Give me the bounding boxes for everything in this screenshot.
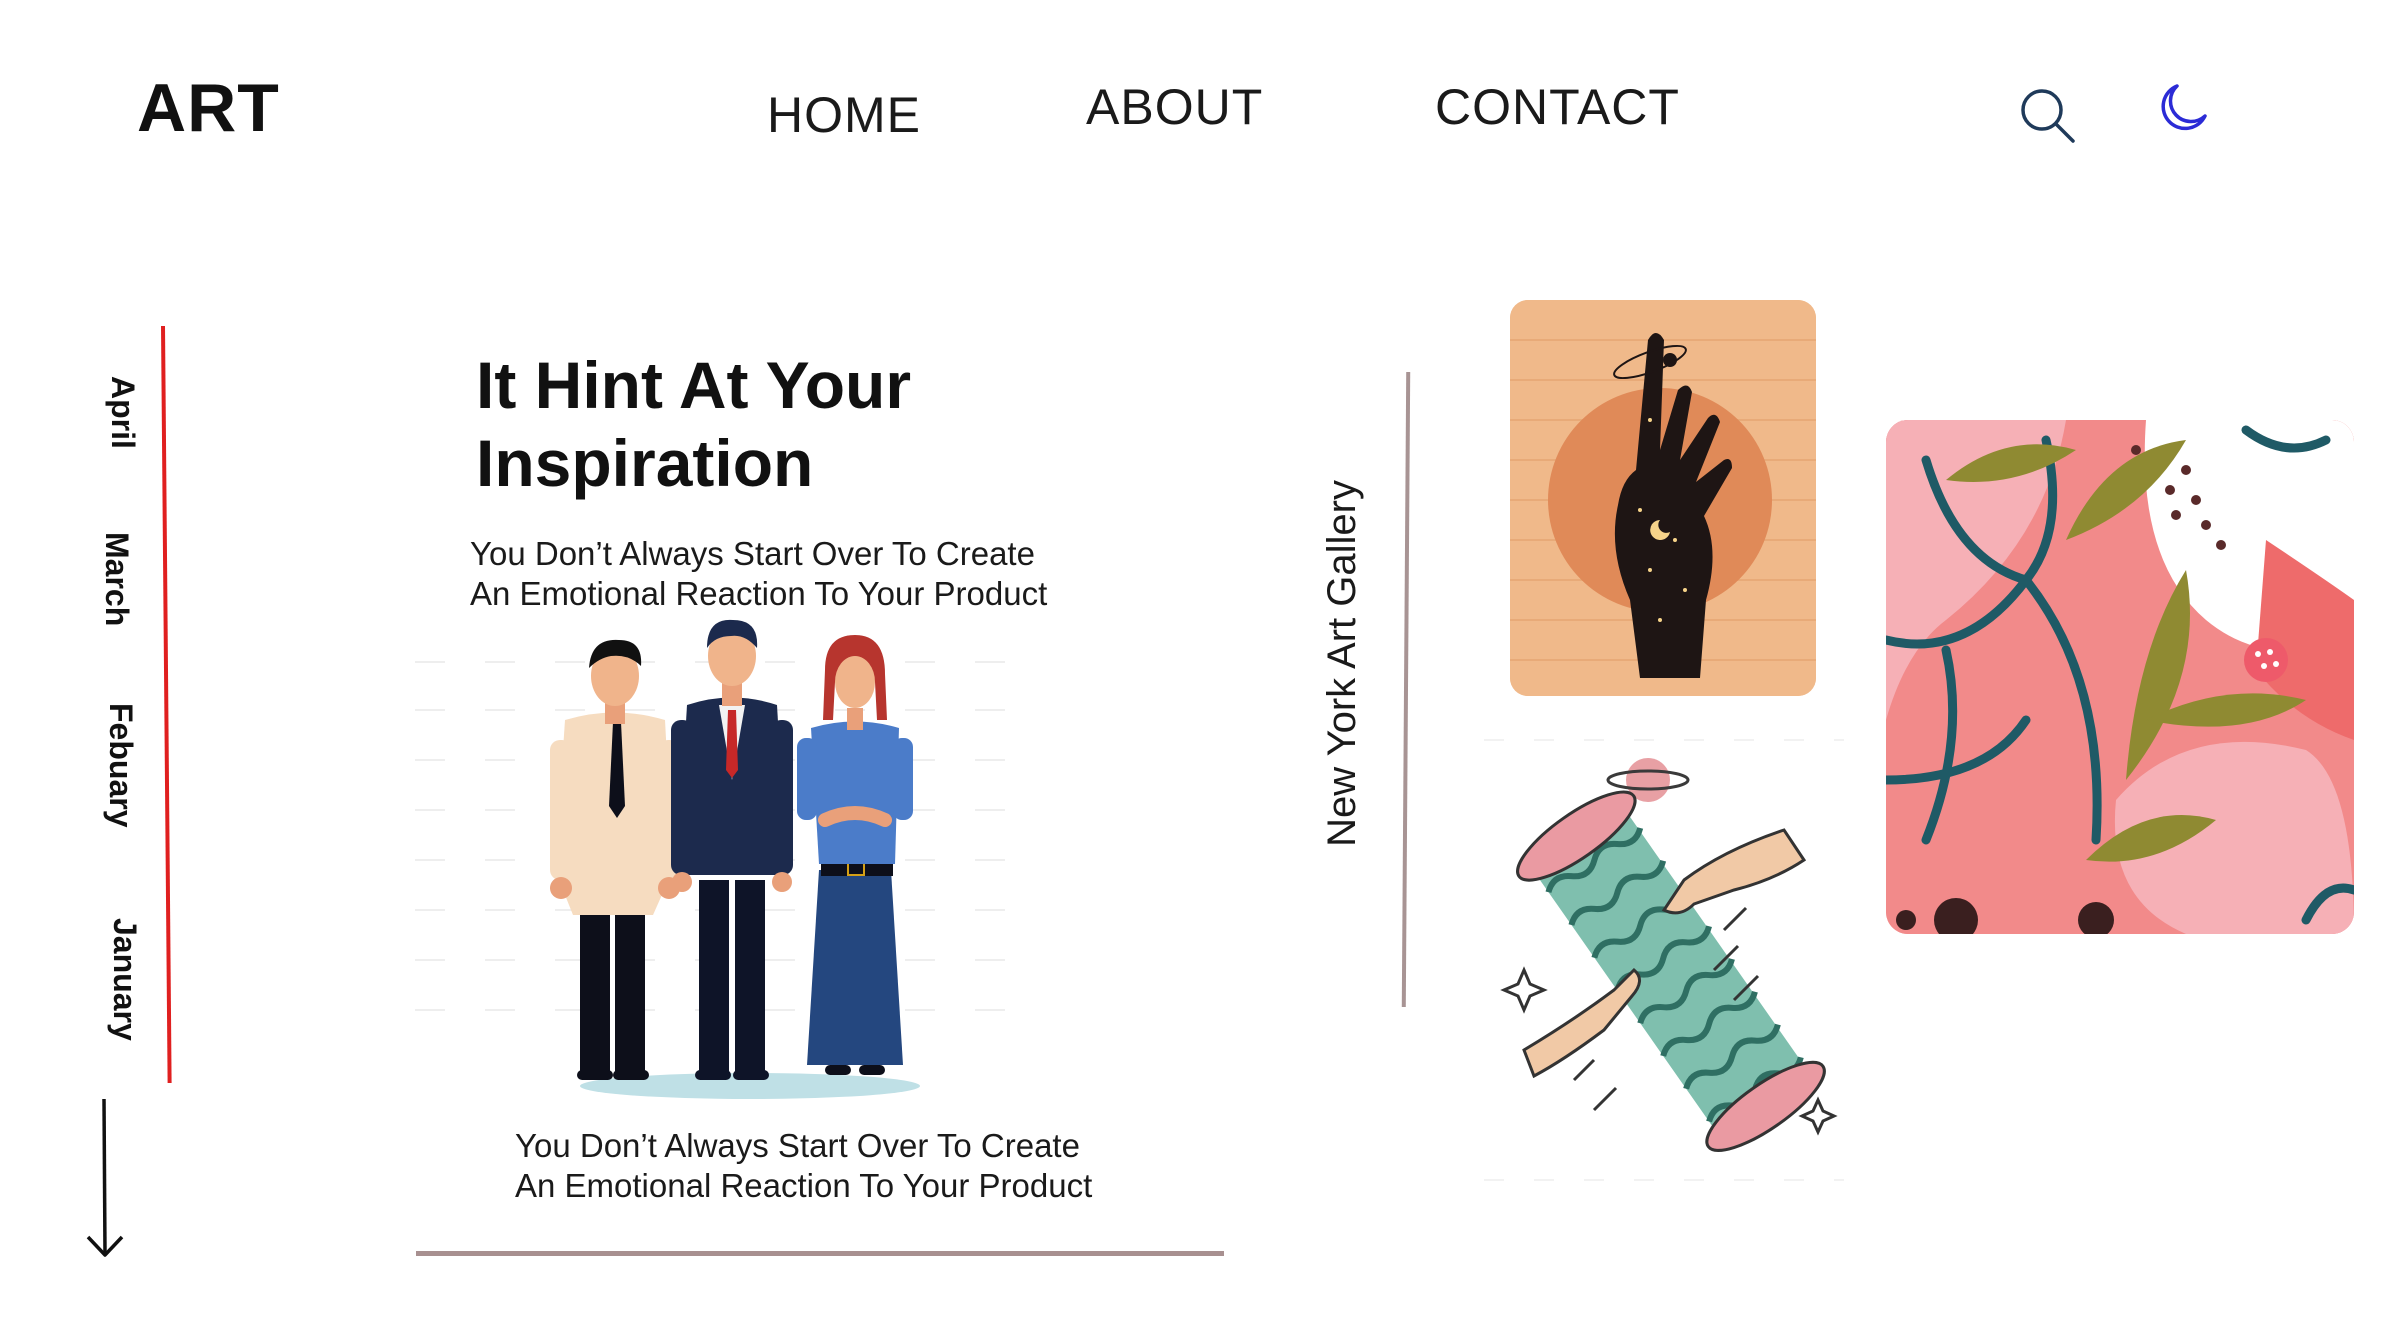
timeline-line — [161, 326, 172, 1083]
artwork-reaching-hands[interactable] — [1484, 720, 1844, 1190]
search-icon[interactable] — [2018, 86, 2078, 146]
arrow-down-icon[interactable] — [84, 1097, 128, 1261]
hero-subtitle-top: You Don’t Always Start Over To Create An… — [470, 534, 1047, 614]
logo[interactable]: ART — [137, 74, 280, 142]
timeline-month-april[interactable]: April — [105, 376, 141, 449]
nav-contact-link[interactable]: CONTACT — [1435, 82, 1680, 132]
team-illustration — [415, 610, 1035, 1100]
gallery-divider — [1401, 372, 1411, 1007]
gallery-label: New York Art Gallery — [1320, 480, 1364, 847]
hero-subtitle-bottom-line1: You Don’t Always Start Over To Create — [515, 1127, 1080, 1164]
hero-subtitle-bottom: You Don’t Always Start Over To Create An… — [515, 1126, 1092, 1206]
hero-divider — [416, 1251, 1224, 1256]
hero-title: It Hint At Your Inspiration — [476, 348, 912, 500]
timeline-month-febuary[interactable]: Febuary — [103, 703, 139, 827]
artwork-floral-pattern[interactable] — [1886, 420, 2354, 934]
hero-subtitle-top-line2: An Emotional Reaction To Your Product — [470, 575, 1048, 612]
nav-home-link[interactable]: HOME — [767, 90, 921, 140]
artwork-celestial-hand[interactable] — [1510, 300, 1816, 696]
hero-subtitle-bottom-line2: An Emotional Reaction To Your Product — [515, 1167, 1093, 1204]
nav-about-link[interactable]: ABOUT — [1086, 82, 1263, 132]
timeline-month-march[interactable]: March — [99, 532, 135, 626]
moon-icon[interactable] — [2153, 80, 2211, 138]
timeline-month-january[interactable]: January — [107, 918, 143, 1041]
hero-subtitle-top-line1: You Don’t Always Start Over To Create — [470, 535, 1035, 572]
